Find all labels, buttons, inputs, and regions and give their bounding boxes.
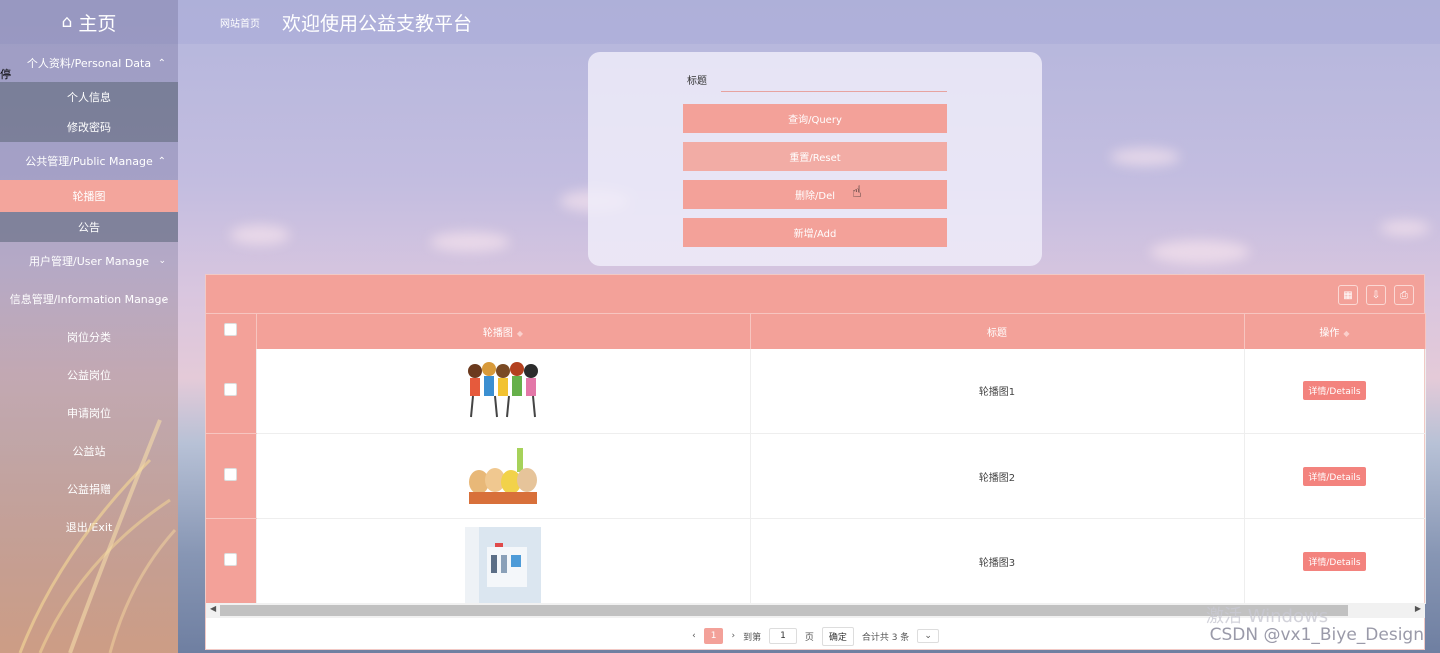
chevron-down-icon: ⌄ — [924, 631, 932, 641]
next-page-icon[interactable]: › — [731, 631, 735, 641]
page-title: 欢迎使用公益支教平台 — [282, 12, 473, 35]
kids-group-thumbnail[interactable] — [465, 442, 541, 510]
sidebar-item-label: 轮播图 — [72, 190, 106, 203]
select-all-cell — [206, 313, 257, 349]
sidebar-item-label: 修改密码 — [67, 121, 111, 134]
sidebar-item-label: 公告 — [78, 221, 100, 234]
grass-decoration — [18, 419, 177, 653]
image-cell — [256, 348, 751, 434]
add-button[interactable]: 新增/Add — [683, 218, 947, 247]
page-size-select[interactable]: ⌄ — [917, 629, 939, 643]
scrollbar-thumb[interactable] — [220, 605, 1348, 616]
row-checkbox[interactable] — [224, 553, 238, 566]
column-header-image[interactable]: 轮播图 ◆ — [256, 313, 751, 349]
details-button[interactable]: 详情/Details — [1303, 551, 1366, 571]
column-label: 轮播图 — [482, 327, 513, 339]
table-row: 轮播图2 详情/Details — [206, 433, 1426, 519]
goto-label: 到第 — [743, 632, 762, 643]
column-header-title: 标题 — [750, 313, 1245, 349]
action-cell: 详情/Details — [1244, 348, 1426, 434]
sidebar-group-info[interactable]: 信息管理/Information Manage ⌄ — [0, 280, 178, 318]
image-cell — [256, 518, 751, 604]
delete-button[interactable]: 删除/Del — [683, 180, 947, 209]
title-search-input[interactable] — [721, 68, 947, 92]
chevron-up-icon: ⌃ — [157, 57, 166, 69]
details-button[interactable]: 详情/Details — [1303, 381, 1366, 401]
row-select-cell — [206, 348, 257, 434]
reset-button[interactable]: 重置/Reset — [683, 142, 947, 171]
topbar: 网站首页 欢迎使用公益支教平台 — [178, 0, 1440, 44]
sidebar-group-label: 用户管理/User Manage — [29, 255, 149, 268]
classroom-thumbnail[interactable] — [465, 527, 541, 603]
confirm-page-button[interactable]: 确定 — [821, 626, 854, 646]
select-all-checkbox[interactable] — [224, 323, 238, 337]
goto-page-input[interactable]: 1 — [769, 628, 797, 644]
sidebar-item-password[interactable]: 修改密码 — [0, 112, 178, 142]
sidebar-item-job[interactable]: 公益岗位 — [0, 356, 178, 394]
export-icon[interactable]: ⇩ — [1366, 285, 1386, 305]
sidebar-group-label: 个人资料/Personal Data — [26, 57, 152, 70]
sidebar-item-label: 岗位分类 — [67, 331, 111, 344]
breadcrumb[interactable]: 网站首页 — [220, 15, 260, 30]
title-cell: 轮播图2 — [750, 433, 1245, 519]
sidebar-item-carousel[interactable]: 轮播图 — [0, 180, 178, 212]
row-select-cell — [206, 518, 257, 604]
sidebar-item-profile[interactable]: 个人信息 — [0, 82, 178, 112]
sidebar-group-public[interactable]: 公共管理/Public Manage ⌃ — [0, 142, 178, 180]
search-panel: 标题 查询/Query 重置/Reset 删除/Del 新增/Add ☝ — [588, 52, 1042, 266]
sidebar-group-label: 信息管理/Information Manage — [9, 293, 169, 306]
kids-running-thumbnail[interactable] — [465, 356, 541, 425]
row-select-cell — [206, 433, 257, 519]
table-toolbar: ▦ ⇩ ⎙ — [206, 275, 1424, 313]
query-button[interactable]: 查询/Query — [683, 104, 947, 133]
action-cell: 详情/Details — [1244, 433, 1426, 519]
sidebar-group-personal[interactable]: 个人资料/Personal Data ⌃ — [0, 44, 178, 82]
stray-glyph: 停 — [0, 68, 11, 81]
column-header-action[interactable]: 操作 ◆ — [1244, 313, 1426, 349]
csdn-watermark: CSDN @vx1_Biye_Design — [1209, 625, 1424, 645]
scroll-left-icon[interactable]: ◀ — [210, 604, 216, 613]
sidebar-group-label: 公共管理/Public Manage — [25, 155, 153, 168]
home-link[interactable]: ⌂ 主页 — [0, 0, 178, 44]
title-cell: 轮播图3 — [750, 518, 1245, 604]
row-title: 轮播图3 — [978, 557, 1016, 569]
chevron-down-icon: ⌄ — [160, 294, 168, 304]
page-unit-label: 页 — [804, 632, 814, 643]
data-table-panel: ▦ ⇩ ⎙ 轮播图 ◆ 标题 操作 ◆ 轮播图1 详情/Details 轮播图2… — [205, 274, 1426, 650]
sidebar-item-label: 个人信息 — [67, 91, 111, 104]
sort-icon[interactable]: ◆ — [1343, 329, 1349, 338]
carousel-table: 轮播图 ◆ 标题 操作 ◆ 轮播图1 详情/Details 轮播图2 详情/De… — [206, 313, 1426, 604]
home-icon: ⌂ — [61, 12, 73, 32]
column-label: 操作 — [1319, 327, 1340, 339]
row-checkbox[interactable] — [224, 468, 238, 481]
pointer-cursor-icon: ☝ — [852, 182, 862, 201]
home-label: 主页 — [78, 12, 117, 35]
chevron-up-icon: ⌃ — [157, 155, 166, 167]
scroll-right-icon[interactable]: ▶ — [1415, 604, 1421, 613]
sidebar-group-users[interactable]: 用户管理/User Manage ⌄ — [0, 242, 178, 280]
total-count: 合计共 3 条 — [861, 632, 910, 643]
image-cell — [256, 433, 751, 519]
chevron-down-icon: ⌄ — [158, 256, 166, 266]
table-row: 轮播图1 详情/Details — [206, 348, 1426, 434]
prev-page-icon[interactable]: ‹ — [692, 631, 696, 641]
row-title: 轮播图1 — [978, 387, 1016, 399]
action-cell: 详情/Details — [1244, 518, 1426, 604]
print-icon[interactable]: ⎙ — [1394, 285, 1414, 305]
table-header-row: 轮播图 ◆ 标题 操作 ◆ — [206, 313, 1426, 349]
columns-icon[interactable]: ▦ — [1338, 285, 1358, 305]
sidebar-item-notice[interactable]: 公告 — [0, 212, 178, 242]
details-button[interactable]: 详情/Details — [1303, 466, 1366, 486]
title-field-label: 标题 — [687, 76, 707, 87]
column-label: 标题 — [987, 327, 1007, 339]
table-row: 轮播图3 详情/Details — [206, 518, 1426, 604]
current-page[interactable]: 1 — [703, 628, 724, 644]
title-cell: 轮播图1 — [750, 348, 1245, 434]
row-title: 轮播图2 — [978, 472, 1016, 484]
sidebar: ⌂ 主页 个人资料/Personal Data ⌃ 个人信息 修改密码 公共管理… — [0, 0, 178, 653]
sidebar-item-label: 公益岗位 — [67, 369, 111, 382]
sidebar-item-job-category[interactable]: 岗位分类 — [0, 318, 178, 356]
row-checkbox[interactable] — [224, 382, 238, 396]
sort-icon[interactable]: ◆ — [517, 329, 523, 338]
